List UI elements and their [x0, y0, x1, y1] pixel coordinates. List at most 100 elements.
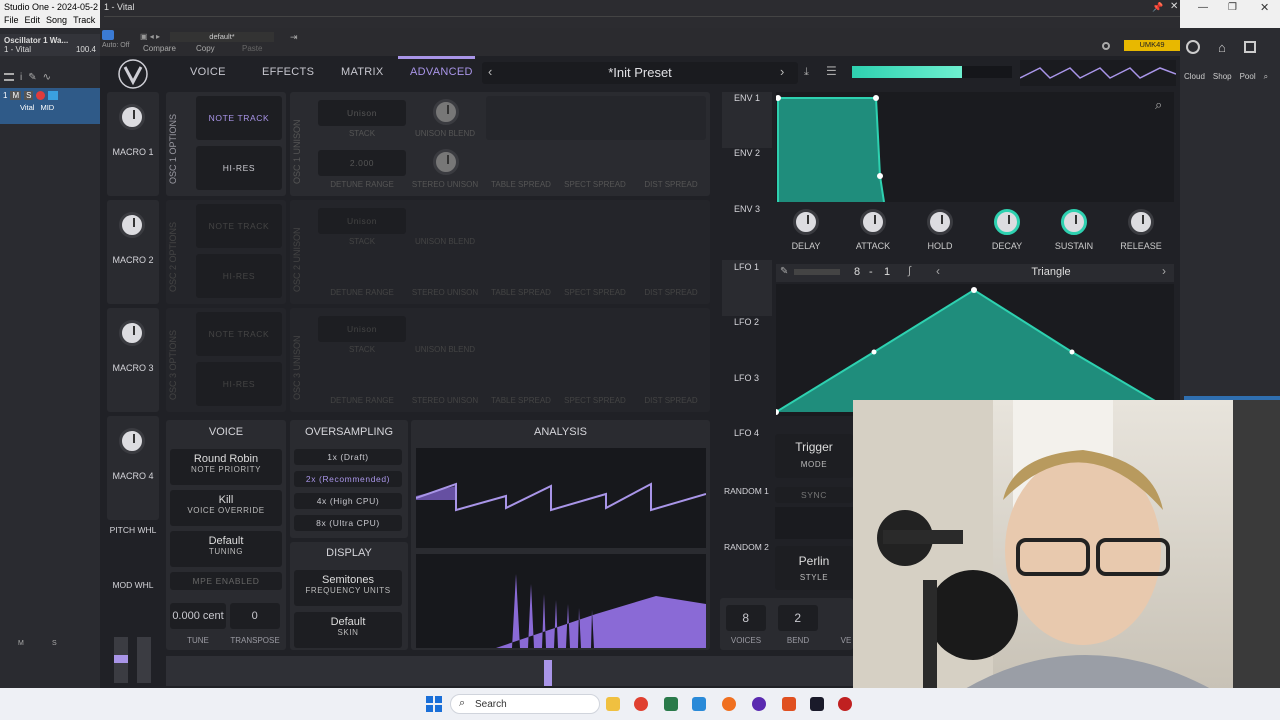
pitch-wheel[interactable] [114, 637, 128, 683]
paste-button[interactable]: Paste [242, 44, 262, 53]
skin-selector[interactable]: Default SKIN [294, 612, 402, 648]
home-icon[interactable]: ⌂ [1218, 40, 1226, 55]
lfo-2-label[interactable]: LFO 2 [734, 317, 759, 327]
lfo-shape-name[interactable]: Triangle [956, 266, 1146, 278]
vital-logo[interactable] [118, 59, 148, 89]
plugin-tab-label[interactable]: 1 - Vital [104, 2, 134, 12]
tab-matrix[interactable]: MATRIX [341, 66, 384, 78]
tab-cloud[interactable]: Cloud [1184, 72, 1205, 84]
frequency-units-selector[interactable]: Semitones FREQUENCY UNITS [294, 570, 402, 606]
tab-effects[interactable]: EFFECTS [262, 66, 314, 78]
transpose-value[interactable]: 0 [230, 603, 280, 629]
close-icon[interactable]: ✕ [1260, 1, 1269, 14]
oversampling-8x[interactable]: 8x (Ultra CPU) [294, 515, 402, 531]
envelope-graph[interactable] [775, 92, 1174, 203]
macro-3-knob[interactable] [119, 320, 145, 346]
list-icon[interactable] [4, 73, 14, 81]
voice-override-selector[interactable]: Kill VOICE OVERRIDE [170, 490, 282, 526]
taskbar-search[interactable]: ⌕ Search [450, 694, 600, 714]
macro-4-knob[interactable] [119, 428, 145, 454]
oversampling-4x[interactable]: 4x (High CPU) [294, 493, 402, 509]
env-3-label[interactable]: ENV 3 [734, 204, 760, 214]
grid-icon[interactable] [1243, 41, 1256, 53]
store-icon[interactable] [692, 697, 706, 711]
chrome-icon[interactable] [634, 697, 648, 711]
tab-shop[interactable]: Shop [1213, 72, 1232, 84]
obs-icon[interactable] [752, 697, 766, 711]
paintbrush-icon[interactable]: ✎ [780, 266, 788, 277]
lfo-mode-selector[interactable]: Trigger MODE [775, 434, 853, 478]
expand-icon[interactable]: ⇥ [290, 32, 298, 43]
preset-dropdown[interactable]: default* [170, 32, 274, 42]
voices-value[interactable]: 8 [726, 605, 766, 631]
save-icon[interactable]: ⤓ [804, 66, 809, 79]
windows-start-icon[interactable] [426, 696, 442, 712]
random-2-label[interactable]: RANDOM 2 [724, 542, 769, 552]
settings-icon[interactable] [1102, 42, 1110, 50]
random-style-selector[interactable]: Perlin STYLE [775, 546, 853, 590]
tuning-selector[interactable]: Default TUNING [170, 531, 282, 567]
mpe-enabled-button[interactable]: MPE ENABLED [170, 572, 282, 590]
oversampling-2x[interactable]: 2x (Recommended) [294, 471, 402, 487]
lfo-graph[interactable] [773, 284, 1175, 416]
oversampling-1x[interactable]: 1x (Draft) [294, 449, 402, 465]
osc-3-hi-res-button[interactable]: HI-RES WAVETABLE [196, 362, 282, 433]
host-bottom-s[interactable]: S [52, 640, 57, 647]
menu-icon[interactable]: ☰ [826, 64, 837, 78]
osc-1-hi-res-button[interactable]: HI-RES WAVETABLE [196, 146, 282, 217]
record-app-icon[interactable] [838, 697, 852, 711]
env-2-label[interactable]: ENV 2 [734, 148, 760, 158]
mute-button[interactable]: M [10, 91, 22, 100]
sustain-knob[interactable] [1061, 209, 1087, 235]
record-button[interactable] [36, 91, 46, 100]
wrench-icon[interactable]: ✎ [28, 72, 36, 83]
osc-1-note-track-button[interactable]: NOTE TRACK [196, 96, 282, 140]
host-bottom-m[interactable]: M [18, 640, 24, 647]
random-1-label[interactable]: RANDOM 1 [724, 486, 769, 496]
tune-value[interactable]: 0.000 cent [170, 603, 226, 629]
power-icon[interactable] [102, 30, 114, 40]
mod-wheel[interactable] [137, 637, 151, 683]
lfo-rate-denominator[interactable]: 1 [884, 266, 890, 278]
tab-pool[interactable]: Pool [1240, 72, 1256, 84]
compare-button[interactable]: Compare [143, 44, 176, 53]
release-knob[interactable] [1128, 209, 1154, 235]
macro-2-knob[interactable] [119, 212, 145, 238]
pin-icon[interactable]: 📌 [1152, 2, 1163, 13]
plugin-close-icon[interactable]: ✕ [1170, 1, 1178, 12]
osc-1-stereo-knob[interactable] [433, 149, 459, 175]
lfo-4-label[interactable]: LFO 4 [734, 428, 759, 438]
host-channel-strip[interactable]: 1 M S Vital MID [0, 88, 100, 124]
file-explorer-icon[interactable] [606, 697, 620, 711]
osc-1-detune-range[interactable]: 2.000 [318, 150, 406, 176]
osc-2-hi-res-button[interactable]: HI-RES WAVETABLE [196, 254, 282, 325]
keyboard[interactable] [166, 656, 853, 686]
lfo-3-label[interactable]: LFO 3 [734, 373, 759, 383]
zoom-icon[interactable]: ⌕ [1155, 97, 1162, 113]
bend-value[interactable]: 2 [778, 605, 818, 631]
lfo-shape-prev-icon[interactable]: ‹ [936, 264, 940, 278]
studio-one-icon[interactable] [810, 697, 824, 711]
minimize-icon[interactable]: — [1198, 2, 1208, 13]
tab-voice[interactable]: VOICE [190, 66, 226, 78]
menu-file[interactable]: File [4, 15, 19, 27]
tab-advanced[interactable]: ADVANCED [410, 66, 473, 78]
preset-selector[interactable]: ‹ *Init Preset › [482, 62, 798, 84]
gear-icon[interactable] [1186, 40, 1200, 54]
osc-2-unison-stack[interactable]: Unison [318, 208, 406, 234]
lfo-rate-numerator[interactable]: 8 [854, 266, 860, 278]
delay-knob[interactable] [793, 209, 819, 235]
channel-midi[interactable]: MID [40, 103, 54, 112]
prev-next-icon[interactable]: ▣ ◂ ▸ [140, 32, 160, 41]
solo-button[interactable]: S [24, 91, 34, 100]
lfo-smooth-slider[interactable] [794, 269, 840, 275]
preset-name[interactable]: *Init Preset [482, 65, 798, 80]
volume-meter[interactable] [852, 66, 1012, 78]
preset-next-icon[interactable]: › [780, 64, 784, 79]
auto-off-label[interactable]: Auto: Off [102, 42, 130, 49]
menu-track[interactable]: Track [73, 15, 95, 27]
copy-button[interactable]: Copy [196, 44, 215, 53]
osc-1-unison-stack[interactable]: Unison [318, 100, 406, 126]
hold-knob[interactable] [927, 209, 953, 235]
search-icon[interactable]: ⌕ [1264, 72, 1268, 84]
